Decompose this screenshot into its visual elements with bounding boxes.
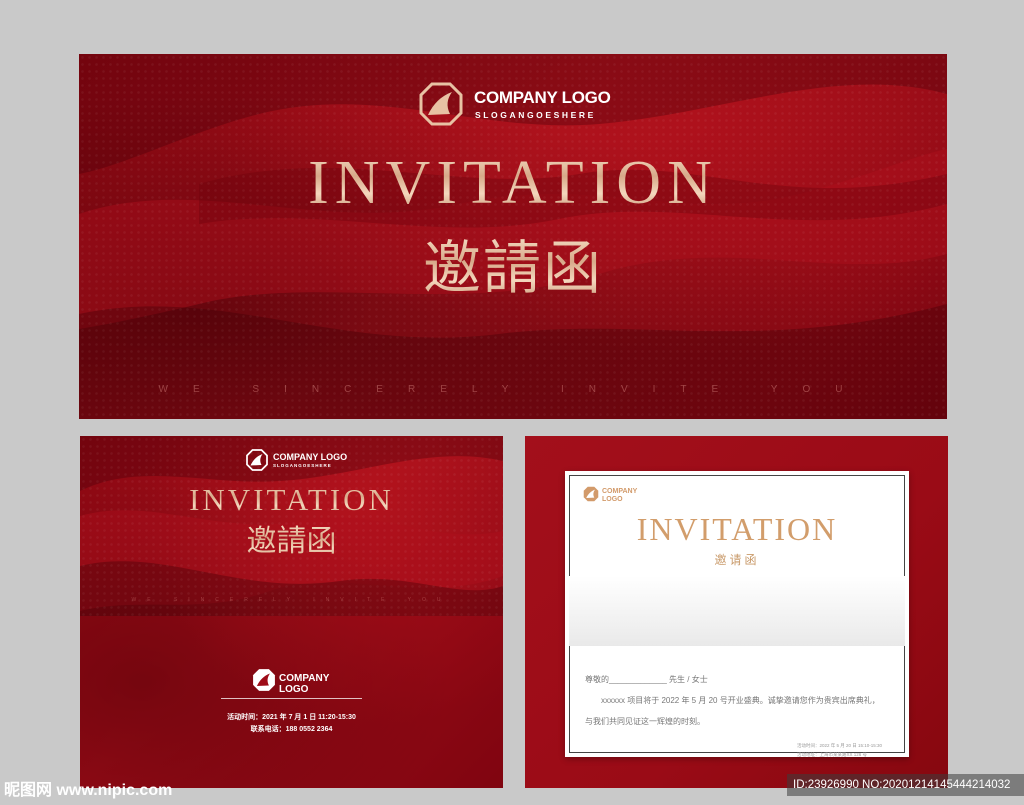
- tagline: WE SINCERELY INVITE YOU: [131, 597, 452, 603]
- invitation-title-cn: 邀請函: [80, 522, 503, 562]
- logo-text: COMPANY LOGO: [602, 488, 637, 504]
- company-logo-small: COMPANY LOGO: [252, 668, 342, 695]
- event-info-block: COMPANY LOGO 活动时间：2021 年 7 月 1 日 11:20-1…: [80, 662, 503, 788]
- invitation-title: INVITATION: [80, 481, 503, 519]
- company-name: COMPANY LOGO: [474, 88, 611, 107]
- octagon-badge-icon: [246, 449, 268, 471]
- octagon-badge-icon: [253, 669, 275, 691]
- letter-sheet: COMPANY LOGO INVITATION 邀请函 尊敬的_________…: [565, 471, 909, 757]
- invitation-front-card: COMPANY LOGO SLOGANGOESHERE INVITATION 邀…: [80, 436, 503, 788]
- company-slogan: SLOGANGOESHERE: [273, 463, 332, 468]
- tagline: WE SINCERELY INVITE YOU: [158, 384, 868, 395]
- logo-text: COMPANY LOGO: [279, 673, 329, 695]
- site-watermark: 昵图网 www.nipic.com: [4, 782, 173, 799]
- footer-place: 活动地址：上海市某某路XX 126 号: [797, 752, 868, 757]
- contact-phone: 联系电话：188 0552 2364: [250, 726, 333, 733]
- event-time: 活动时间：2021 年 7 月 1 日 11:20-15:30: [227, 714, 356, 721]
- logo-word: LOGO: [602, 496, 623, 503]
- invitation-title: INVITATION: [636, 511, 838, 547]
- image-id-watermark: ID:23926990 NO:20201214145444214032: [787, 774, 1024, 796]
- octagon-badge-icon: [583, 486, 599, 502]
- logo-word: LOGO: [279, 684, 309, 695]
- footer-time: 活动时间：2022 年 5 月 20 日 15:10-15:30: [797, 743, 883, 748]
- invitation-title-cn: 邀請函: [79, 230, 947, 308]
- octagon-badge-icon: [419, 82, 463, 126]
- company-logo: COMPANY LOGO SLOGANGOESHERE: [246, 449, 348, 471]
- logo-company: COMPANY: [602, 488, 638, 495]
- divider: [221, 698, 362, 699]
- company-logo: COMPANY LOGO SLOGANGOESHERE: [419, 82, 619, 126]
- invitation-banner-card: COMPANY LOGO SLOGANGOESHERE INVITATION 邀…: [79, 54, 947, 419]
- salutation: 尊敬的_____________ 先生 / 女士: [585, 675, 708, 684]
- logo-company: COMPANY: [279, 673, 330, 684]
- company-logo: COMPANY LOGO: [583, 486, 663, 506]
- paragraph-1: xxxxxx 项目将于 2022 年 5 月 20 号开业盛典。诚挚邀请您作为贵…: [601, 696, 880, 705]
- paragraph-2: 与我们共同见证这一辉煌的时刻。: [585, 717, 705, 726]
- letter-footer: 活动时间：2022 年 5 月 20 日 15:10-15:30 活动地址：上海…: [797, 741, 882, 759]
- invitation-title: INVITATION: [79, 148, 947, 218]
- fold-shade: [569, 576, 905, 646]
- event-details: 活动时间：2021 年 7 月 1 日 11:20-15:30 联系电话：188…: [80, 712, 503, 736]
- letter-body: 尊敬的_____________ 先生 / 女士 xxxxxx 项目将于 202…: [585, 669, 895, 732]
- invitation-title-cn: 邀请函: [714, 553, 760, 567]
- invitation-inner-card: COMPANY LOGO INVITATION 邀请函 尊敬的_________…: [525, 436, 948, 788]
- company-name: COMPANY LOGO: [273, 452, 348, 462]
- company-slogan: SLOGANGOESHERE: [475, 110, 596, 120]
